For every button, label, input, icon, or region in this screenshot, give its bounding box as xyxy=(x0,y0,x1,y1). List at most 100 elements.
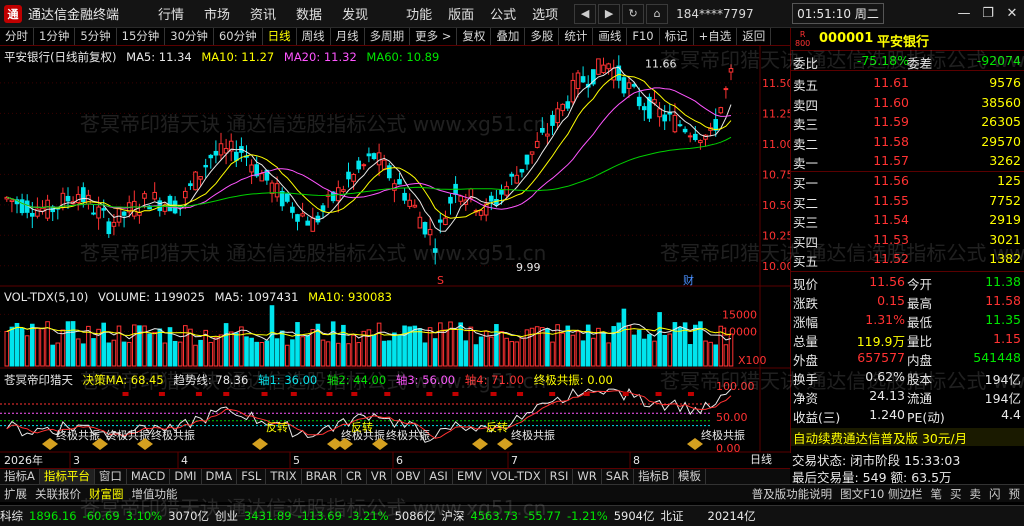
toolbar-button[interactable]: 返回 xyxy=(737,28,772,45)
sells-row[interactable]: 卖一 11.57 3262 xyxy=(791,153,1024,171)
back-icon[interactable]: ◀ xyxy=(574,3,597,24)
extension-tab[interactable]: 关联报价 xyxy=(31,486,85,502)
indicator-tab[interactable]: EMV xyxy=(453,469,487,484)
indicator-tab[interactable]: VR xyxy=(367,469,392,484)
volume-bar xyxy=(70,321,76,367)
volume-bar xyxy=(14,322,20,367)
toolbar-button[interactable]: F10 xyxy=(627,28,660,45)
indicator-tab[interactable]: TRIX xyxy=(266,469,302,484)
volume-bar xyxy=(177,341,183,367)
toolbar-button[interactable]: 多周期 xyxy=(365,28,411,45)
toolbar-button[interactable]: 多股 xyxy=(525,28,560,45)
extension-tab[interactable]: 财富圈 xyxy=(85,486,128,502)
indicator-tab[interactable]: 窗口 xyxy=(95,469,127,484)
menu-item[interactable]: 选项 xyxy=(532,4,558,23)
buys-row[interactable]: 买一 11.56 125 xyxy=(791,173,1024,191)
ad-banner[interactable]: 自动续费通达信普及版 30元/月 xyxy=(791,428,1024,446)
toolbar-button[interactable]: +自选 xyxy=(694,28,738,45)
side-tab[interactable]: 卖 xyxy=(966,486,986,502)
kline-chart[interactable]: 11.50 11.25 11.00 10.75 10.50 10.25 10.00 11.66… xyxy=(0,46,790,468)
volume-bar xyxy=(218,334,224,367)
stock-period-label: 平安银行(日线前复权) xyxy=(4,50,117,64)
side-tab[interactable]: 买 xyxy=(946,486,966,502)
volume-bar xyxy=(708,341,713,367)
book-label: 买四 xyxy=(793,234,819,250)
restore-icon[interactable]: ❐ xyxy=(976,6,1000,21)
toolbar-button[interactable]: 分时 xyxy=(0,28,34,45)
indicator-tab[interactable]: OBV xyxy=(392,469,426,484)
minimize-icon[interactable]: — xyxy=(952,6,976,21)
toolbar-button[interactable]: 5分钟 xyxy=(75,28,117,45)
toolbar-button[interactable]: 周线 xyxy=(297,28,331,45)
indicator-tab[interactable]: DMI xyxy=(170,469,202,484)
indicator-tab[interactable]: DMA xyxy=(202,469,238,484)
sells-row[interactable]: 卖二 11.58 29570 xyxy=(791,134,1024,152)
toolbar-button[interactable]: 15分钟 xyxy=(117,28,166,45)
volume-header: VOL-TDX(5,10) VOLUME: 1199025 MA5: 10974… xyxy=(4,290,392,304)
side-tab[interactable]: 预 xyxy=(1005,486,1024,502)
sells-row[interactable]: 卖五 11.61 9576 xyxy=(791,75,1024,93)
menu-item[interactable]: 版面 xyxy=(448,4,474,23)
candle-body xyxy=(19,199,25,214)
buys-row[interactable]: 买三 11.54 2919 xyxy=(791,212,1024,230)
toolbar-button[interactable]: 30分钟 xyxy=(165,28,214,45)
indicator-tab[interactable]: 指标B xyxy=(634,469,674,484)
toolbar-button[interactable]: 标记 xyxy=(660,28,694,45)
volume-bar xyxy=(4,330,10,367)
extension-tab[interactable]: 增值功能 xyxy=(128,486,182,502)
indicator-tab[interactable]: WR xyxy=(573,469,602,484)
toolbar-button[interactable]: 画线 xyxy=(593,28,628,45)
month-label: 3 xyxy=(73,454,80,467)
buys-row[interactable]: 买四 11.53 3021 xyxy=(791,232,1024,250)
home-icon[interactable]: ⌂ xyxy=(646,3,669,24)
menu-item[interactable]: 公式 xyxy=(490,4,516,23)
account-label[interactable]: 184****7797 xyxy=(676,7,784,21)
indicator-tab[interactable]: 模板 xyxy=(674,469,706,484)
refresh-icon[interactable]: ↻ xyxy=(622,3,645,24)
candle-body xyxy=(407,199,412,207)
indicator-tab[interactable]: RSI xyxy=(546,469,574,484)
side-tab[interactable]: 笔 xyxy=(927,486,947,502)
menu-item[interactable]: 资讯 xyxy=(250,4,276,23)
toolbar-button[interactable]: 60分钟 xyxy=(214,28,263,45)
menu-item[interactable]: 市场 xyxy=(204,4,230,23)
volume-ma10: MA10: 930083 xyxy=(308,290,392,304)
indicator-tab[interactable]: ASI xyxy=(425,469,453,484)
indicator-tab[interactable]: SAR xyxy=(602,469,635,484)
stat-label: 涨幅 xyxy=(793,315,819,330)
close-icon[interactable]: ✕ xyxy=(1000,6,1024,21)
sells-row[interactable]: 卖四 11.60 38560 xyxy=(791,95,1024,113)
volume-bar xyxy=(75,338,81,367)
menu-item[interactable]: 功能 xyxy=(406,4,432,23)
indicator-tab[interactable]: MACD xyxy=(127,469,171,484)
indicator-tab[interactable]: CR xyxy=(342,469,367,484)
toolbar-button[interactable]: 月线 xyxy=(331,28,365,45)
side-tab[interactable]: 图文F10 侧边栏 xyxy=(836,486,926,502)
indicator-tab[interactable]: 指标平台 xyxy=(39,469,95,484)
buys-row[interactable]: 买五 11.52 1382 xyxy=(791,251,1024,269)
toolbar-button[interactable]: 统计 xyxy=(559,28,594,45)
menu-item[interactable]: 数据 xyxy=(296,4,322,23)
indicator-tab[interactable]: BRAR xyxy=(302,469,342,484)
indicator-tab[interactable]: FSL xyxy=(237,469,267,484)
candle-body xyxy=(728,68,734,73)
extension-tab[interactable]: 扩展 xyxy=(0,486,31,502)
buys-row[interactable]: 买二 11.55 7752 xyxy=(791,193,1024,211)
toolbar-button[interactable]: 叠加 xyxy=(491,28,526,45)
candle-body xyxy=(580,76,586,83)
volume-bar xyxy=(320,339,326,367)
toolbar-button[interactable]: 复权 xyxy=(457,28,492,45)
candle-body xyxy=(274,183,280,198)
toolbar-button[interactable]: 日线 xyxy=(263,28,297,45)
side-tab[interactable]: 闪 xyxy=(985,486,1005,502)
side-tab[interactable]: 普及版功能说明 xyxy=(748,486,837,502)
menu-item[interactable]: 发现 xyxy=(342,4,368,23)
index-value: 1896.16 xyxy=(29,509,77,523)
toolbar-button[interactable]: 1分钟 xyxy=(34,28,76,45)
indicator-tab[interactable]: 指标A xyxy=(0,469,40,484)
menu-item[interactable]: 行情 xyxy=(158,4,184,23)
indicator-tab[interactable]: VOL-TDX xyxy=(487,469,546,484)
forward-icon[interactable]: ▶ xyxy=(598,3,621,24)
sells-row[interactable]: 卖三 11.59 26305 xyxy=(791,114,1024,132)
toolbar-button[interactable]: 更多 > xyxy=(410,28,458,45)
